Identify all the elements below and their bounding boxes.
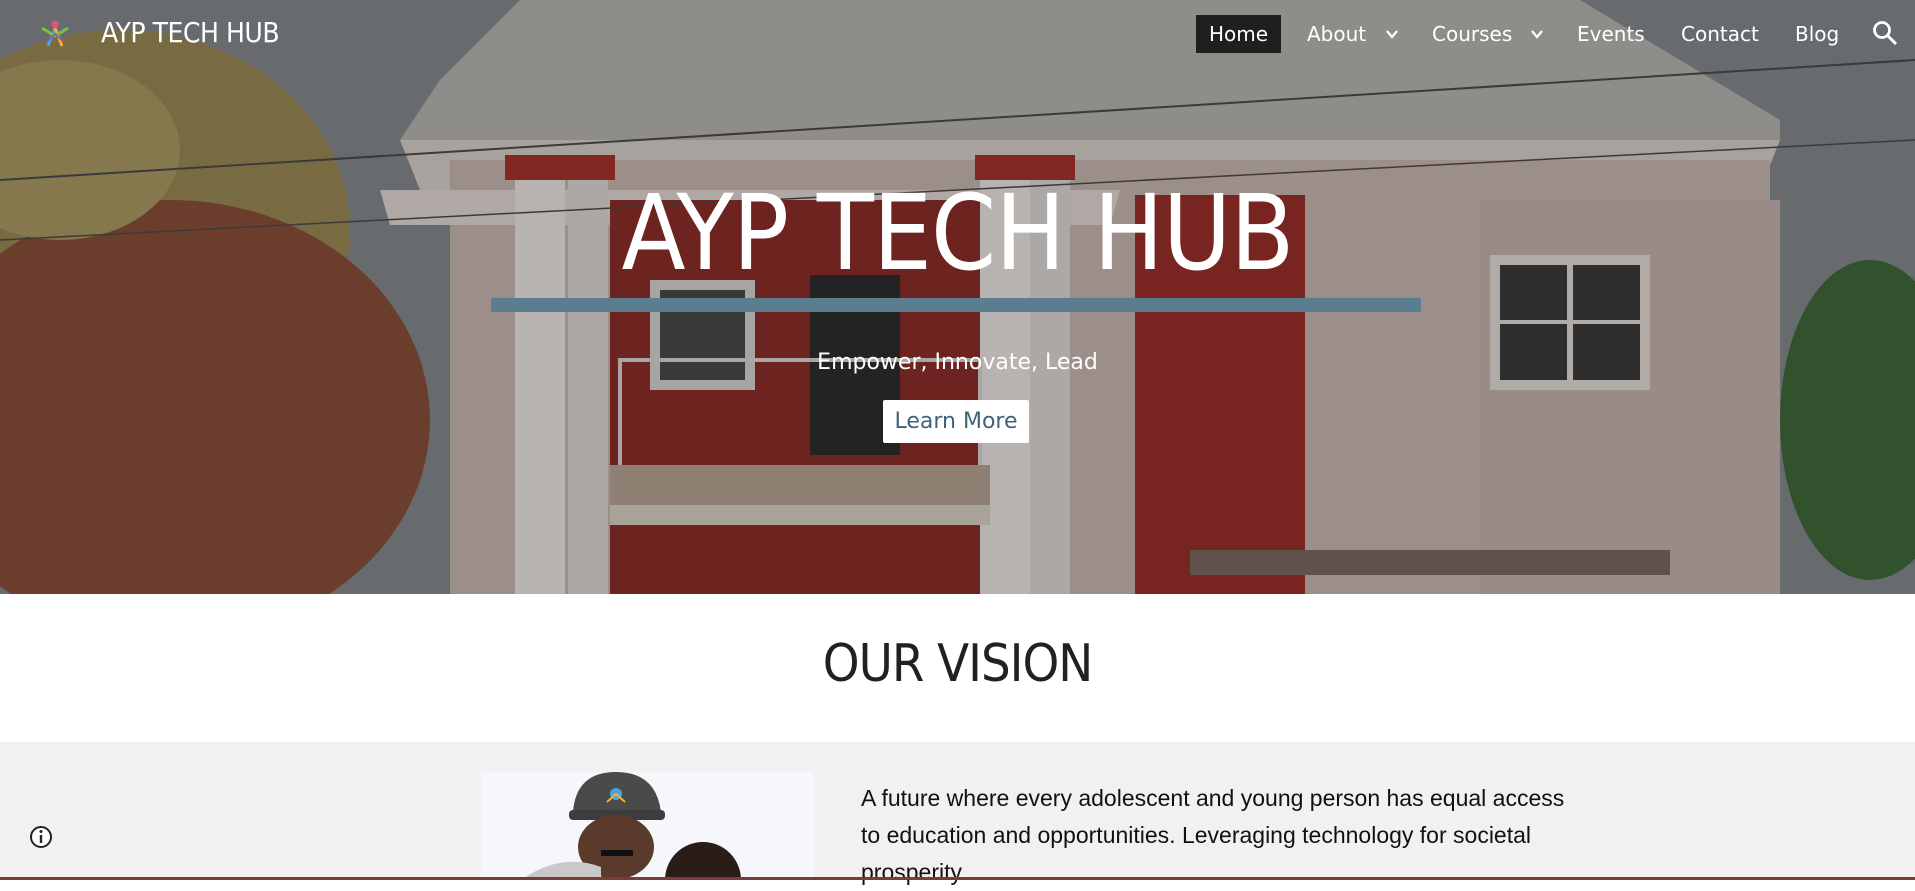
hero-title: AYP TECH HUB <box>621 172 1295 294</box>
nav-item-events[interactable]: Events <box>1564 15 1658 53</box>
chevron-down-icon[interactable] <box>1529 26 1545 42</box>
vision-section: OUR VISION <box>0 594 1915 742</box>
nav-item-courses[interactable]: Courses <box>1419 15 1525 53</box>
hero-accent-bar <box>491 298 1421 312</box>
person-photo <box>481 772 814 880</box>
hero-banner: AYP TECH HUB Home About Courses Events C… <box>0 0 1915 594</box>
nav-item-blog[interactable]: Blog <box>1782 15 1852 53</box>
search-icon[interactable] <box>1872 20 1898 46</box>
info-icon[interactable] <box>26 822 56 852</box>
chevron-down-icon[interactable] <box>1384 26 1400 42</box>
site-logo[interactable] <box>36 14 74 52</box>
site-title[interactable]: AYP TECH HUB <box>101 16 280 49</box>
vision-title: OUR VISION <box>822 634 1094 694</box>
vision-photo <box>481 772 814 880</box>
learn-more-button[interactable]: Learn More <box>883 400 1029 443</box>
nav-item-about[interactable]: About <box>1294 15 1379 53</box>
hero-tagline: Empower, Innovate, Lead <box>817 350 1098 375</box>
nav-item-contact[interactable]: Contact <box>1668 15 1772 53</box>
vision-text: A future where every adolescent and youn… <box>861 785 1565 885</box>
top-navigation: AYP TECH HUB Home About Courses Events C… <box>0 0 1915 68</box>
nav-item-home[interactable]: Home <box>1196 15 1282 53</box>
